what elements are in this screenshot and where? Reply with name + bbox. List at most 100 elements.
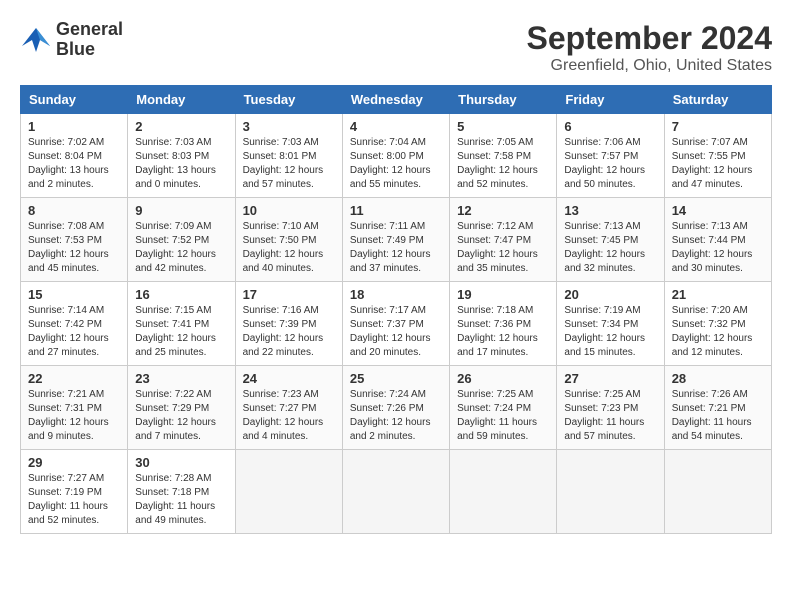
- weekday-header-row: SundayMondayTuesdayWednesdayThursdayFrid…: [21, 86, 772, 114]
- sunset-label: Sunset: 7:29 PM: [135, 403, 209, 414]
- calendar-day-15: 15 Sunrise: 7:14 AM Sunset: 7:42 PM Dayl…: [21, 282, 128, 366]
- calendar-week-1: 1 Sunrise: 7:02 AM Sunset: 8:04 PM Dayli…: [21, 114, 772, 198]
- page-title: September 2024: [527, 20, 772, 57]
- sunset-label: Sunset: 7:53 PM: [28, 235, 102, 246]
- day-number: 8: [28, 203, 120, 218]
- daylight-label: Daylight: 12 hours and 50 minutes.: [564, 165, 645, 190]
- day-info: Sunrise: 7:13 AM Sunset: 7:44 PM Dayligh…: [672, 220, 764, 276]
- calendar-week-3: 15 Sunrise: 7:14 AM Sunset: 7:42 PM Dayl…: [21, 282, 772, 366]
- day-number: 15: [28, 287, 120, 302]
- daylight-label: Daylight: 12 hours and 35 minutes.: [457, 249, 538, 274]
- sunrise-label: Sunrise: 7:02 AM: [28, 137, 104, 148]
- sunrise-label: Sunrise: 7:17 AM: [350, 305, 426, 316]
- daylight-label: Daylight: 12 hours and 9 minutes.: [28, 417, 109, 442]
- sunrise-label: Sunrise: 7:18 AM: [457, 305, 533, 316]
- sunrise-label: Sunrise: 7:24 AM: [350, 389, 426, 400]
- daylight-label: Daylight: 12 hours and 20 minutes.: [350, 333, 431, 358]
- day-number: 9: [135, 203, 227, 218]
- day-info: Sunrise: 7:13 AM Sunset: 7:45 PM Dayligh…: [564, 220, 656, 276]
- daylight-label: Daylight: 12 hours and 52 minutes.: [457, 165, 538, 190]
- daylight-label: Daylight: 12 hours and 2 minutes.: [350, 417, 431, 442]
- calendar-day-2: 2 Sunrise: 7:03 AM Sunset: 8:03 PM Dayli…: [128, 114, 235, 198]
- day-number: 2: [135, 119, 227, 134]
- day-number: 25: [350, 371, 442, 386]
- day-info: Sunrise: 7:12 AM Sunset: 7:47 PM Dayligh…: [457, 220, 549, 276]
- calendar-day-21: 21 Sunrise: 7:20 AM Sunset: 7:32 PM Dayl…: [664, 282, 771, 366]
- sunset-label: Sunset: 7:45 PM: [564, 235, 638, 246]
- day-info: Sunrise: 7:07 AM Sunset: 7:55 PM Dayligh…: [672, 136, 764, 192]
- sunrise-label: Sunrise: 7:23 AM: [243, 389, 319, 400]
- sunrise-label: Sunrise: 7:19 AM: [564, 305, 640, 316]
- calendar-day-10: 10 Sunrise: 7:10 AM Sunset: 7:50 PM Dayl…: [235, 198, 342, 282]
- sunrise-label: Sunrise: 7:05 AM: [457, 137, 533, 148]
- daylight-label: Daylight: 12 hours and 32 minutes.: [564, 249, 645, 274]
- calendar-day-11: 11 Sunrise: 7:11 AM Sunset: 7:49 PM Dayl…: [342, 198, 449, 282]
- sunrise-label: Sunrise: 7:08 AM: [28, 221, 104, 232]
- sunset-label: Sunset: 7:57 PM: [564, 151, 638, 162]
- sunrise-label: Sunrise: 7:25 AM: [457, 389, 533, 400]
- day-info: Sunrise: 7:25 AM Sunset: 7:24 PM Dayligh…: [457, 388, 549, 444]
- title-area: September 2024 Greenfield, Ohio, United …: [527, 20, 772, 75]
- sunrise-label: Sunrise: 7:13 AM: [564, 221, 640, 232]
- calendar-day-22: 22 Sunrise: 7:21 AM Sunset: 7:31 PM Dayl…: [21, 366, 128, 450]
- daylight-label: Daylight: 13 hours and 0 minutes.: [135, 165, 216, 190]
- day-info: Sunrise: 7:14 AM Sunset: 7:42 PM Dayligh…: [28, 304, 120, 360]
- sunrise-label: Sunrise: 7:20 AM: [672, 305, 748, 316]
- sunset-label: Sunset: 7:39 PM: [243, 319, 317, 330]
- calendar-day-28: 28 Sunrise: 7:26 AM Sunset: 7:21 PM Dayl…: [664, 366, 771, 450]
- sunrise-label: Sunrise: 7:04 AM: [350, 137, 426, 148]
- sunrise-label: Sunrise: 7:25 AM: [564, 389, 640, 400]
- daylight-label: Daylight: 12 hours and 17 minutes.: [457, 333, 538, 358]
- daylight-label: Daylight: 12 hours and 55 minutes.: [350, 165, 431, 190]
- daylight-label: Daylight: 12 hours and 25 minutes.: [135, 333, 216, 358]
- calendar-day-23: 23 Sunrise: 7:22 AM Sunset: 7:29 PM Dayl…: [128, 366, 235, 450]
- day-number: 29: [28, 455, 120, 470]
- day-info: Sunrise: 7:19 AM Sunset: 7:34 PM Dayligh…: [564, 304, 656, 360]
- daylight-label: Daylight: 12 hours and 12 minutes.: [672, 333, 753, 358]
- calendar-day-1: 1 Sunrise: 7:02 AM Sunset: 8:04 PM Dayli…: [21, 114, 128, 198]
- page-subtitle: Greenfield, Ohio, United States: [527, 57, 772, 75]
- day-number: 11: [350, 203, 442, 218]
- sunset-label: Sunset: 7:52 PM: [135, 235, 209, 246]
- logo: General Blue: [20, 20, 123, 60]
- weekday-header-friday: Friday: [557, 86, 664, 114]
- day-info: Sunrise: 7:10 AM Sunset: 7:50 PM Dayligh…: [243, 220, 335, 276]
- day-info: Sunrise: 7:04 AM Sunset: 8:00 PM Dayligh…: [350, 136, 442, 192]
- sunrise-label: Sunrise: 7:10 AM: [243, 221, 319, 232]
- sunset-label: Sunset: 7:58 PM: [457, 151, 531, 162]
- sunrise-label: Sunrise: 7:09 AM: [135, 221, 211, 232]
- daylight-label: Daylight: 12 hours and 15 minutes.: [564, 333, 645, 358]
- calendar-day-14: 14 Sunrise: 7:13 AM Sunset: 7:44 PM Dayl…: [664, 198, 771, 282]
- day-info: Sunrise: 7:20 AM Sunset: 7:32 PM Dayligh…: [672, 304, 764, 360]
- calendar-day-6: 6 Sunrise: 7:06 AM Sunset: 7:57 PM Dayli…: [557, 114, 664, 198]
- daylight-label: Daylight: 11 hours and 59 minutes.: [457, 417, 537, 442]
- calendar-week-5: 29 Sunrise: 7:27 AM Sunset: 7:19 PM Dayl…: [21, 450, 772, 534]
- day-info: Sunrise: 7:18 AM Sunset: 7:36 PM Dayligh…: [457, 304, 549, 360]
- sunset-label: Sunset: 7:49 PM: [350, 235, 424, 246]
- sunset-label: Sunset: 8:01 PM: [243, 151, 317, 162]
- day-number: 24: [243, 371, 335, 386]
- sunrise-label: Sunrise: 7:13 AM: [672, 221, 748, 232]
- logo-line2: Blue: [56, 40, 123, 60]
- sunrise-label: Sunrise: 7:07 AM: [672, 137, 748, 148]
- weekday-header-tuesday: Tuesday: [235, 86, 342, 114]
- calendar-week-2: 8 Sunrise: 7:08 AM Sunset: 7:53 PM Dayli…: [21, 198, 772, 282]
- weekday-header-monday: Monday: [128, 86, 235, 114]
- sunrise-label: Sunrise: 7:12 AM: [457, 221, 533, 232]
- logo-icon: [20, 26, 52, 54]
- sunset-label: Sunset: 7:50 PM: [243, 235, 317, 246]
- sunset-label: Sunset: 7:42 PM: [28, 319, 102, 330]
- daylight-label: Daylight: 11 hours and 54 minutes.: [672, 417, 752, 442]
- sunset-label: Sunset: 8:03 PM: [135, 151, 209, 162]
- day-number: 7: [672, 119, 764, 134]
- day-info: Sunrise: 7:17 AM Sunset: 7:37 PM Dayligh…: [350, 304, 442, 360]
- empty-cell: [664, 450, 771, 534]
- day-number: 19: [457, 287, 549, 302]
- empty-cell: [235, 450, 342, 534]
- sunset-label: Sunset: 7:27 PM: [243, 403, 317, 414]
- daylight-label: Daylight: 12 hours and 22 minutes.: [243, 333, 324, 358]
- calendar-day-8: 8 Sunrise: 7:08 AM Sunset: 7:53 PM Dayli…: [21, 198, 128, 282]
- sunset-label: Sunset: 7:18 PM: [135, 487, 209, 498]
- calendar-day-25: 25 Sunrise: 7:24 AM Sunset: 7:26 PM Dayl…: [342, 366, 449, 450]
- day-info: Sunrise: 7:05 AM Sunset: 7:58 PM Dayligh…: [457, 136, 549, 192]
